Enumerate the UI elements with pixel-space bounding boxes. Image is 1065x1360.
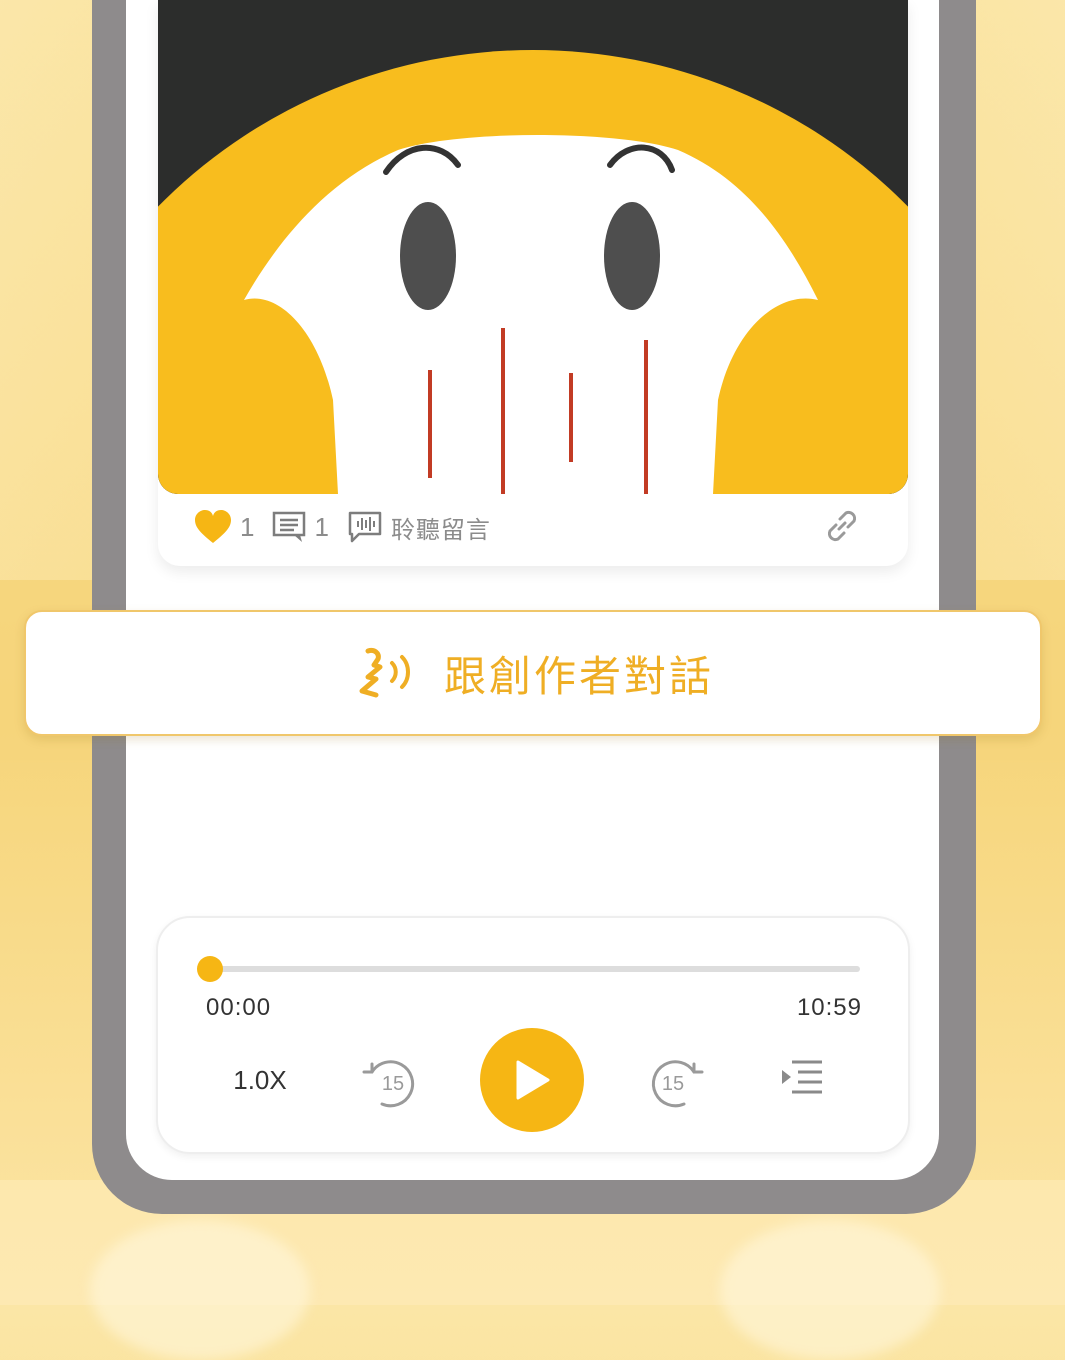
rewind-15-icon: 15 xyxy=(362,1060,415,1108)
talk-to-creator-button[interactable]: 跟創作者對話 xyxy=(24,610,1042,736)
current-time: 00:00 xyxy=(206,994,272,1021)
listen-comments-button[interactable]: 聆聽留言 xyxy=(347,510,491,545)
playback-controls: 1.0X 15 15 xyxy=(158,1026,908,1136)
stats-bar: 1 1 聆聽留言 xyxy=(194,505,509,549)
link-icon xyxy=(827,510,857,542)
playlist-icon xyxy=(782,1060,822,1094)
forward-15-icon: 15 xyxy=(651,1060,704,1108)
cover-illustration xyxy=(158,0,908,494)
playlist-button[interactable] xyxy=(778,1054,828,1104)
speaking-head-icon xyxy=(359,648,410,698)
listen-comments-label: 聆聽留言 xyxy=(390,516,491,544)
likes-count: 1 xyxy=(240,511,255,542)
comment-icon xyxy=(272,511,306,543)
talk-to-creator-label: 跟創作者對話 xyxy=(443,651,714,701)
playback-speed-button[interactable]: 1.0X xyxy=(220,1056,300,1104)
rewind-15-button[interactable]: 15 xyxy=(358,1050,422,1114)
comments-count: 1 xyxy=(314,511,329,542)
heart-icon xyxy=(194,509,232,545)
forward-15-button[interactable]: 15 xyxy=(644,1050,708,1114)
episode-card: 1 1 聆聽留言 xyxy=(158,0,908,566)
duration-time: 10:59 xyxy=(796,994,862,1021)
progress-slider[interactable] xyxy=(197,956,860,982)
play-icon xyxy=(516,1060,550,1100)
audio-player: 00:00 10:59 1.0X 15 15 xyxy=(156,916,910,1154)
episode-cover-art[interactable] xyxy=(158,0,908,494)
play-button[interactable] xyxy=(480,1028,584,1132)
voice-message-icon xyxy=(347,510,383,544)
rewind-15-label: 15 xyxy=(382,1073,404,1095)
comment-button[interactable]: 1 xyxy=(272,511,329,543)
like-button[interactable]: 1 xyxy=(194,509,254,545)
share-link-button[interactable] xyxy=(820,504,864,553)
forward-15-label: 15 xyxy=(662,1073,684,1095)
progress-thumb[interactable] xyxy=(197,956,223,982)
